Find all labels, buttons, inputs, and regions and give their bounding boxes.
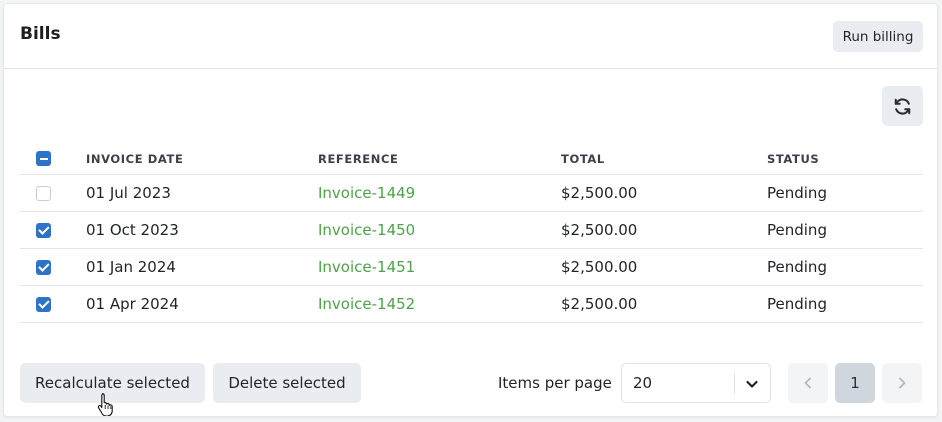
invoice-date-cell: 01 Apr 2024 (86, 285, 318, 323)
page-number-button[interactable]: 1 (835, 363, 875, 403)
total-cell: $2,500.00 (561, 285, 767, 323)
table-row: 01 Oct 2023 Invoice-1450 $2,500.00 Pendi… (20, 211, 923, 249)
select-all-cell (20, 144, 86, 175)
table-row: 01 Jan 2024 Invoice-1451 $2,500.00 Pendi… (20, 248, 923, 286)
status-cell: Pending (767, 174, 923, 212)
bills-card: Bills Run billing INVOICE DATE REFERENCE… (3, 3, 938, 417)
table-row: 01 Jul 2023 Invoice-1449 $2,500.00 Pendi… (20, 174, 923, 212)
total-cell: $2,500.00 (561, 211, 767, 249)
column-header-invoice-date[interactable]: INVOICE DATE (86, 144, 318, 175)
items-per-page-label: Items per page (498, 374, 612, 392)
chevron-right-icon (899, 377, 906, 389)
delete-selected-button[interactable]: Delete selected (213, 363, 361, 403)
status-cell: Pending (767, 285, 923, 323)
page-title: Bills (20, 24, 61, 44)
items-per-page-value: 20 (633, 374, 653, 392)
invoice-reference-link[interactable]: Invoice-1449 (318, 184, 415, 202)
column-header-total[interactable]: TOTAL (561, 144, 767, 175)
row-checkbox[interactable] (36, 222, 51, 238)
items-per-page-select[interactable]: 20 (621, 363, 771, 403)
next-page-button[interactable] (882, 363, 922, 403)
row-checkbox[interactable] (36, 185, 51, 201)
invoice-date-cell: 01 Jan 2024 (86, 248, 318, 286)
select-all-checkbox[interactable] (36, 151, 51, 167)
row-checkbox[interactable] (36, 259, 51, 275)
invoice-date-cell: 01 Oct 2023 (86, 211, 318, 249)
invoice-reference-link[interactable]: Invoice-1452 (318, 295, 415, 313)
chevron-down-icon[interactable] (744, 376, 760, 392)
column-header-reference[interactable]: REFERENCE (318, 144, 561, 175)
bills-table: INVOICE DATE REFERENCE TOTAL STATUS 01 J… (20, 144, 923, 323)
chevron-left-icon (804, 377, 811, 389)
invoice-reference-link[interactable]: Invoice-1450 (318, 221, 415, 239)
card-header: Bills Run billing (4, 4, 937, 69)
select-divider (734, 373, 735, 394)
hand-pointer-cursor-icon (97, 393, 113, 416)
total-cell: $2,500.00 (561, 248, 767, 286)
invoice-reference-link[interactable]: Invoice-1451 (318, 258, 415, 276)
status-cell: Pending (767, 248, 923, 286)
table-header-row: INVOICE DATE REFERENCE TOTAL STATUS (20, 144, 923, 175)
table-row: 01 Apr 2024 Invoice-1452 $2,500.00 Pendi… (20, 285, 923, 323)
status-cell: Pending (767, 211, 923, 249)
refresh-icon (894, 97, 911, 115)
previous-page-button[interactable] (788, 363, 828, 403)
run-billing-button[interactable]: Run billing (833, 21, 923, 52)
total-cell: $2,500.00 (561, 174, 767, 212)
row-checkbox[interactable] (36, 296, 51, 312)
column-header-status[interactable]: STATUS (767, 144, 923, 175)
refresh-button[interactable] (882, 86, 923, 126)
invoice-date-cell: 01 Jul 2023 (86, 174, 318, 212)
